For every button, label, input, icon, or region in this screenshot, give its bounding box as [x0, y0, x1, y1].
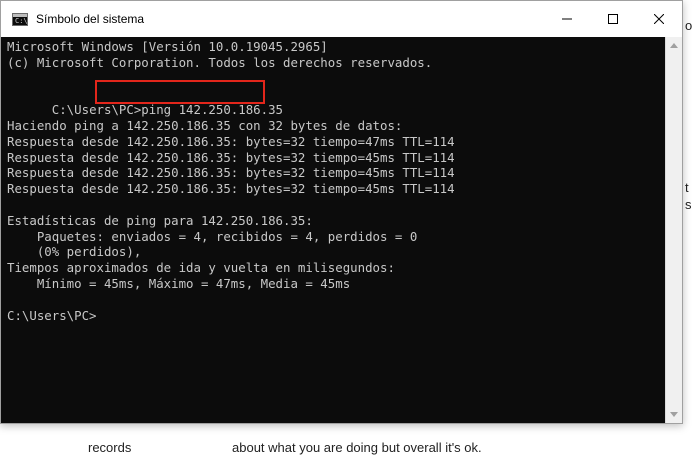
ping-command-text: C:\Users\PC>ping 142.250.186.35 — [51, 102, 284, 118]
close-button[interactable] — [636, 1, 682, 37]
terminal-line: Respuesta desde 142.250.186.35: bytes=32… — [7, 149, 455, 165]
terminal-line: Haciendo ping a 142.250.186.35 con 32 by… — [7, 117, 403, 133]
background-fragment: t — [685, 180, 689, 195]
terminal-line: (0% perdidos), — [7, 244, 142, 260]
title-bar[interactable]: C:\ Símbolo del sistema — [1, 1, 682, 37]
terminal-line: (c) Microsoft Corporation. Todos los der… — [7, 54, 433, 70]
terminal-prompt-line[interactable]: C:\Users\PC> — [7, 308, 666, 324]
background-text-sentence: about what you are doing but overall it'… — [232, 440, 482, 455]
terminal-line: Respuesta desde 142.250.186.35: bytes=32… — [7, 133, 455, 149]
terminal-line: Tiempos aproximados de ida y vuelta en m… — [7, 260, 395, 276]
close-icon — [654, 14, 664, 24]
terminal-line: Paquetes: enviados = 4, recibidos = 4, p… — [7, 228, 418, 244]
scroll-down-button[interactable] — [666, 406, 682, 423]
terminal-line: Microsoft Windows [Versión 10.0.19045.29… — [7, 39, 328, 54]
cmd-icon-glyph: C:\ — [15, 16, 28, 25]
command-prompt-window: C:\ Símbolo del sistema Microsoft Window… — [0, 0, 683, 424]
window-title: Símbolo del sistema — [36, 12, 145, 26]
background-fragment: o — [685, 18, 693, 33]
background-fragment: s — [685, 197, 692, 212]
background-text-records: records — [88, 440, 132, 455]
minimize-button[interactable] — [544, 1, 590, 37]
terminal-output[interactable]: Microsoft Windows [Versión 10.0.19045.29… — [1, 37, 666, 423]
terminal-line: Respuesta desde 142.250.186.35: bytes=32… — [7, 181, 455, 197]
terminal-line: Estadísticas de ping para 142.250.186.35… — [7, 212, 313, 228]
terminal-line: Mínimo = 45ms, Máximo = 47ms, Media = 45… — [7, 275, 351, 291]
cmd-app-icon[interactable]: C:\ — [12, 12, 28, 26]
maximize-button[interactable] — [590, 1, 636, 37]
background-page-edge: o t s — [683, 0, 700, 452]
terminal-line-ping-command: C:\Users\PC>ping 142.250.186.35 — [7, 80, 666, 117]
chevron-down-icon — [670, 412, 678, 417]
chevron-up-icon — [670, 43, 678, 48]
vertical-scrollbar[interactable] — [665, 37, 682, 423]
minimize-icon — [562, 18, 572, 20]
scroll-up-button[interactable] — [666, 37, 682, 54]
terminal-line: Respuesta desde 142.250.186.35: bytes=32… — [7, 165, 455, 181]
maximize-icon — [608, 14, 618, 24]
